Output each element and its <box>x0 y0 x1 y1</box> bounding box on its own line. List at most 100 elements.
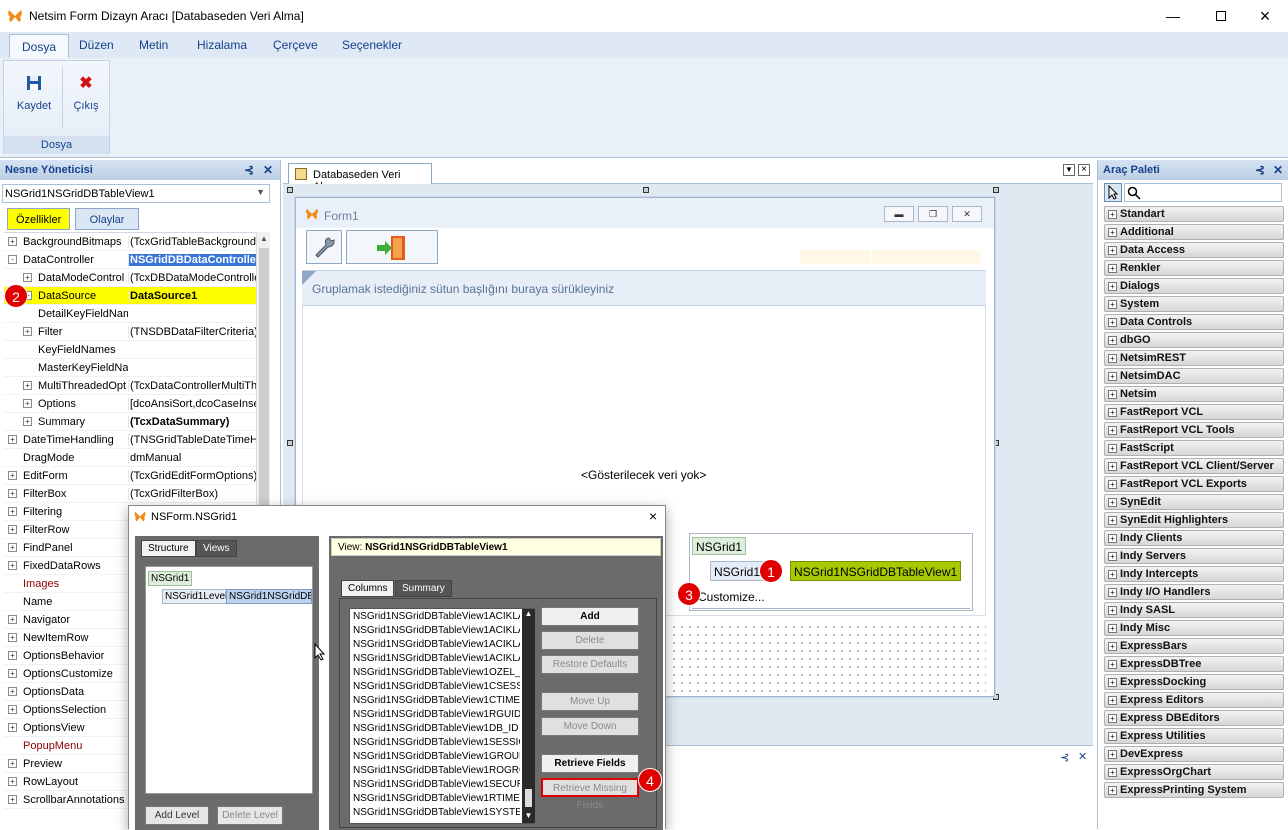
property-value[interactable]: dmManual <box>128 452 256 464</box>
expand-icon[interactable]: + <box>8 723 17 732</box>
expand-icon[interactable]: + <box>8 489 17 498</box>
palette-close-icon[interactable]: ✕ <box>1273 163 1283 177</box>
palette-category[interactable]: + FastReport VCL <box>1104 404 1284 420</box>
column-list-item[interactable]: NSGrid1NSGridDBTableView1SESSION_N <box>350 737 520 751</box>
tab-hizalama[interactable]: Hizalama <box>197 38 247 52</box>
expand-icon[interactable]: + <box>1108 210 1117 219</box>
grid-editor-dialog[interactable]: NSForm.NSGrid1 × Structure Views NSGrid1… <box>128 505 666 830</box>
property-row[interactable]: - DataController NSGridDBDataControlle <box>4 251 256 269</box>
expand-icon[interactable]: + <box>1108 732 1117 741</box>
palette-category[interactable]: + Express Editors <box>1104 692 1284 708</box>
expand-icon[interactable]: + <box>1108 660 1117 669</box>
column-list-item[interactable]: NSGrid1NSGridDBTableView1ACIKLAMA_ <box>350 611 520 625</box>
expand-icon[interactable]: + <box>1108 498 1117 507</box>
palette-category[interactable]: + FastScript <box>1104 440 1284 456</box>
expand-icon[interactable]: + <box>1108 552 1117 561</box>
expand-icon[interactable]: + <box>1108 462 1117 471</box>
property-row[interactable]: + BackgroundBitmaps (TcxGridTableBackgroun… <box>4 233 256 251</box>
column-list-item[interactable]: NSGrid1NSGridDBTableView1ACIKLAMA_ <box>350 639 520 653</box>
expand-icon[interactable]: + <box>23 381 32 390</box>
expand-icon[interactable]: + <box>1108 516 1117 525</box>
expand-icon[interactable]: + <box>1108 336 1117 345</box>
expand-icon[interactable]: + <box>1108 768 1117 777</box>
tab-properties[interactable]: Özellikler <box>7 208 71 230</box>
palette-category[interactable]: + dbGO <box>1104 332 1284 348</box>
column-list-item[interactable]: NSGrid1NSGridDBTableView1SECURITY <box>350 779 520 793</box>
column-list[interactable]: NSGrid1NSGridDBTableView1ACIKLAMA_NSGrid… <box>349 608 535 824</box>
add-level-button[interactable]: Add Level <box>145 806 209 825</box>
property-value[interactable]: (TcxDBDataModeControlle <box>128 272 256 284</box>
expand-icon[interactable]: + <box>8 237 17 246</box>
expand-icon[interactable]: + <box>1108 426 1117 435</box>
tab-summary[interactable]: Summary <box>395 580 452 597</box>
palette-category[interactable]: + FastReport VCL Exports <box>1104 476 1284 492</box>
property-row[interactable]: + EditForm (TcxGridEditFormOptions) <box>4 467 256 485</box>
level-view[interactable]: NSGrid1NSGridDBTableView1 <box>790 561 962 581</box>
expand-icon[interactable]: + <box>8 705 17 714</box>
pointer-tool-button[interactable] <box>1104 183 1122 202</box>
property-row[interactable]: +DataSourceDataSource1 <box>4 287 256 305</box>
expand-icon[interactable]: + <box>8 759 17 768</box>
expand-icon[interactable]: + <box>8 633 17 642</box>
palette-category[interactable]: + FastReport VCL Client/Server <box>1104 458 1284 474</box>
retrieve-fields-button[interactable]: Retrieve Fields <box>541 754 639 773</box>
minimize-button[interactable]: — <box>1150 0 1196 32</box>
tab-dropdown-icon[interactable]: ▼ <box>1063 164 1075 176</box>
palette-category[interactable]: + Indy Servers <box>1104 548 1284 564</box>
tree-level[interactable]: NSGrid1Level1 <box>162 589 236 604</box>
form-close-button[interactable]: ✕ <box>952 206 982 222</box>
expand-icon[interactable]: + <box>1108 444 1117 453</box>
delete-column-button[interactable]: Delete <box>541 631 639 650</box>
palette-category[interactable]: + Dialogs <box>1104 278 1284 294</box>
tab-columns[interactable]: Columns <box>341 580 395 597</box>
settings-button[interactable] <box>306 230 342 264</box>
expand-icon[interactable]: + <box>1108 480 1117 489</box>
property-row[interactable]: DetailKeyFieldNam <box>4 305 256 323</box>
palette-category[interactable]: + Indy I/O Handlers <box>1104 584 1284 600</box>
palette-category[interactable]: + System <box>1104 296 1284 312</box>
expand-icon[interactable]: + <box>23 417 32 426</box>
tab-databaseden-veri-alma[interactable]: Databaseden Veri Alma <box>288 163 432 193</box>
tab-structure[interactable]: Structure <box>141 540 196 557</box>
expand-icon[interactable]: + <box>1108 696 1117 705</box>
expand-icon[interactable]: + <box>1108 318 1117 327</box>
palette-category[interactable]: + Indy SASL <box>1104 602 1284 618</box>
property-value[interactable]: (TcxGridTableBackgroundB <box>128 236 256 248</box>
restore-defaults-button[interactable]: Restore Defaults <box>541 655 639 674</box>
property-value[interactable]: [dcoAnsiSort,dcoCaseInse <box>128 398 256 410</box>
property-value[interactable]: (TNSDBDataFilterCriteria) <box>128 326 256 338</box>
move-up-button[interactable]: Move Up <box>541 692 639 711</box>
group-by-box[interactable]: Gruplamak istediğiniz sütun başlığını bu… <box>302 270 986 306</box>
column-list-item[interactable]: NSGrid1NSGridDBTableView1ROGROUP_ <box>350 765 520 779</box>
expand-icon[interactable]: + <box>8 777 17 786</box>
expand-icon[interactable]: + <box>8 435 17 444</box>
column-list-item[interactable]: NSGrid1NSGridDBTableView1CTIMESTAM <box>350 695 520 709</box>
retrieve-missing-fields-button[interactable]: Retrieve Missing Fields <box>541 778 639 811</box>
expand-icon[interactable]: + <box>1108 570 1117 579</box>
expand-icon[interactable]: + <box>8 795 17 804</box>
form-minimize-button[interactable]: ▬ <box>884 206 914 222</box>
expand-icon[interactable]: + <box>8 471 17 480</box>
expand-icon[interactable]: + <box>8 507 17 516</box>
column-list-item[interactable]: NSGrid1NSGridDBTableView1ACIKLAMA_ <box>350 653 520 667</box>
property-row[interactable]: + Summary (TcxDataSummary) <box>4 413 256 431</box>
tree-view[interactable]: NSGrid1NSGridDBTa <box>226 589 312 604</box>
column-list-item[interactable]: NSGrid1NSGridDBTableView1ACIKLAMA_ <box>350 625 520 639</box>
expand-icon[interactable]: + <box>8 561 17 570</box>
tab-secenekler[interactable]: Seçenekler <box>342 38 402 52</box>
palette-category[interactable]: + Renkler <box>1104 260 1284 276</box>
expand-icon[interactable]: + <box>8 669 17 678</box>
delete-level-button[interactable]: Delete Level <box>217 806 283 825</box>
tab-cerceve[interactable]: Çerçeve <box>273 38 318 52</box>
column-list-scrollbar[interactable]: ▲ ▼ <box>522 609 535 823</box>
column-list-item[interactable]: NSGrid1NSGridDBTableView1RTIMESTAN <box>350 793 520 807</box>
form-restore-button[interactable]: ❐ <box>918 206 948 222</box>
column-list-item[interactable]: NSGrid1NSGridDBTableView1DB_ID <box>350 723 520 737</box>
property-row[interactable]: MasterKeyFieldNa <box>4 359 256 377</box>
expand-icon[interactable]: + <box>1108 714 1117 723</box>
column-list-item[interactable]: NSGrid1NSGridDBTableView1GROUP_ID <box>350 751 520 765</box>
property-row[interactable]: DragMode dmManual <box>4 449 256 467</box>
tree-root[interactable]: NSGrid1 <box>148 571 193 586</box>
palette-pin-icon[interactable]: ⊰ <box>1255 163 1265 177</box>
pin-icon[interactable]: ⊰ <box>244 163 254 177</box>
